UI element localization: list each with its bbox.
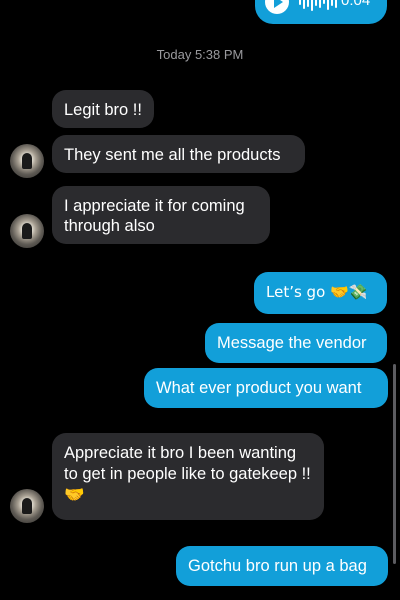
avatar[interactable] [10, 214, 44, 248]
message-timestamp: Today 5:38 PM [156, 47, 244, 62]
message-text: Let’s go 🤝💸 [266, 283, 368, 301]
incoming-message[interactable]: Appreciate it bro I been wanting to get … [52, 433, 324, 520]
incoming-message[interactable]: They sent me all the products [52, 135, 305, 173]
message-text: What ever product you want [156, 379, 362, 397]
message-text: Message the vendor [217, 334, 367, 352]
incoming-message[interactable]: Legit bro !! [52, 90, 154, 128]
outgoing-message[interactable]: What ever product you want [144, 368, 388, 408]
message-text: Appreciate it bro I been wanting to get … [64, 444, 311, 504]
waveform-icon [299, 0, 337, 12]
message-text: Gotchu bro run up a bag [188, 557, 367, 575]
avatar[interactable] [10, 489, 44, 523]
voice-message-bubble[interactable]: 0:04 [255, 0, 387, 24]
avatar[interactable] [10, 144, 44, 178]
message-text: I appreciate it for coming through also [64, 197, 245, 235]
outgoing-message[interactable]: Gotchu bro run up a bag [176, 546, 388, 586]
incoming-message[interactable]: I appreciate it for coming through also [52, 186, 270, 244]
outgoing-message[interactable]: Message the vendor [205, 323, 387, 363]
play-icon[interactable] [265, 0, 289, 14]
message-text: They sent me all the products [64, 146, 281, 164]
voice-message-duration: 0:04 [341, 0, 371, 9]
message-text: Legit bro !! [64, 101, 142, 119]
scrollbar[interactable] [393, 364, 396, 564]
outgoing-message[interactable]: Let’s go 🤝💸 [254, 272, 387, 314]
